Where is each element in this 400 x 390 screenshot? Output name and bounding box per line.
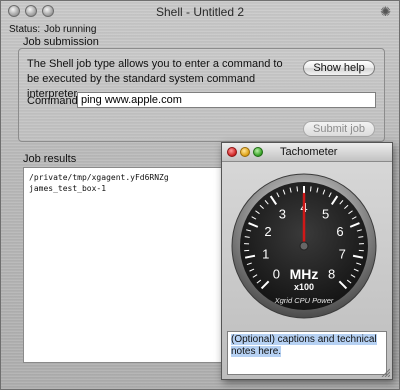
shell-window: Shell - Untitled 2 ✺ Status: Job running … (0, 0, 400, 390)
gauge-tick-label: 5 (322, 207, 329, 222)
gauge-tick-label: 7 (339, 247, 346, 262)
gauge-unit-label: MHz (290, 266, 319, 282)
gauge-caption: Xgrid CPU Power (274, 296, 334, 305)
tachometer-close-button[interactable] (227, 147, 237, 157)
tachometer-zoom-button[interactable] (253, 147, 263, 157)
tachometer-minimize-button[interactable] (240, 147, 250, 157)
gauge-minor-tick (309, 186, 312, 192)
status-value: Job running (44, 24, 97, 35)
command-input[interactable] (77, 92, 376, 108)
gauge-multiplier-label: x100 (294, 282, 314, 292)
job-submission-heading: Job submission (23, 36, 99, 48)
status-label: Status: (9, 24, 41, 35)
result-line: /private/tmp/xgagent.yFd6RNZg (29, 173, 169, 182)
job-results-output[interactable]: /private/tmp/xgagent.yFd6RNZg james_test… (23, 167, 229, 363)
gauge-tick-label: 6 (336, 224, 343, 239)
tachometer-title-bar[interactable]: Tachometer (222, 143, 392, 162)
gauge-tick-label: 2 (264, 224, 271, 239)
gauge-tick-label: 3 (279, 207, 286, 222)
title-bar[interactable]: Shell - Untitled 2 ✺ (1, 1, 399, 21)
tachometer-title: Tachometer (280, 146, 338, 158)
gauge-tick-label: 8 (328, 267, 335, 282)
gauge-minor-tick (296, 186, 299, 192)
gauge-hub (299, 241, 309, 251)
technical-notes-text: (Optional) captions and technical notes … (231, 334, 377, 357)
command-label: Command: (27, 95, 81, 107)
job-results-heading: Job results (23, 153, 77, 165)
result-line: james_test_box-1 (29, 184, 107, 193)
tachometer-window: Tachometer 012345678 MHz x100 Xgrid CPU (221, 142, 393, 380)
window-title: Shell - Untitled 2 (155, 5, 245, 19)
submit-job-button[interactable]: Submit job (303, 121, 375, 137)
gauge-tick-label: 0 (273, 267, 280, 282)
tachometer-gauge: 012345678 MHz x100 Xgrid CPU Power (231, 173, 377, 319)
technical-notes-field[interactable]: (Optional) captions and technical notes … (227, 331, 387, 375)
gauge-tick-label: 1 (262, 247, 269, 262)
show-help-button[interactable]: Show help (303, 60, 375, 76)
resize-grip-icon[interactable] (380, 367, 390, 377)
status-bar: Status: Job running (9, 24, 100, 35)
gear-icon[interactable]: ✺ (380, 4, 391, 20)
